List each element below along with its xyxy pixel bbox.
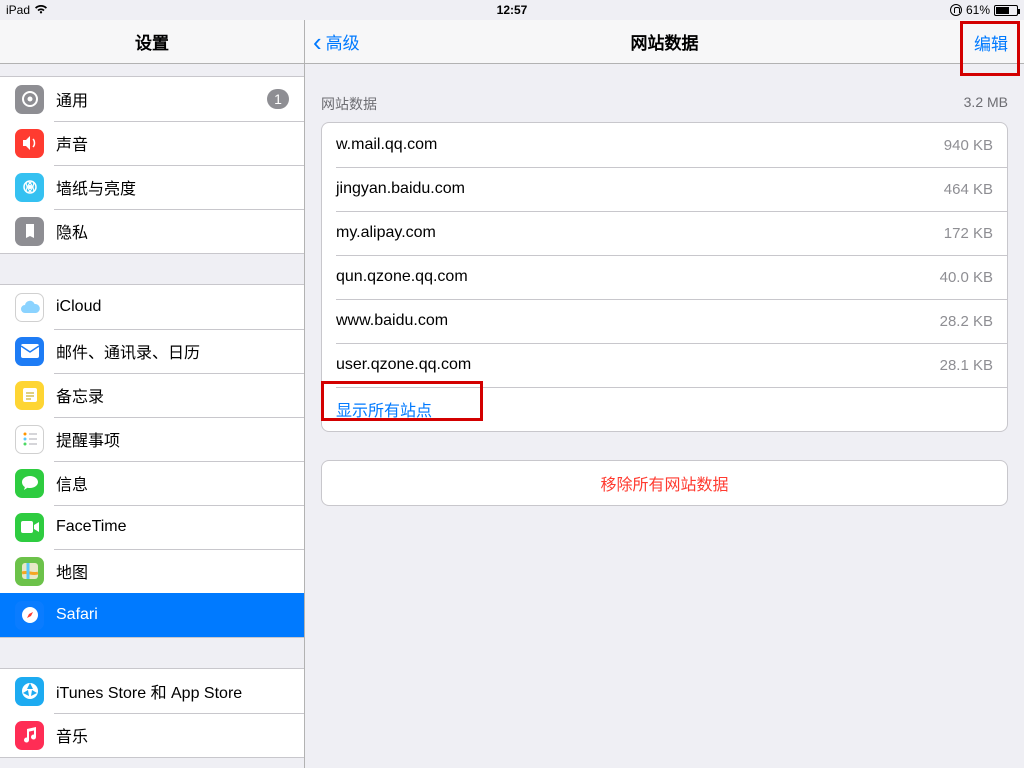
battery-icon [994,5,1018,16]
show-all-sites-button[interactable]: 显示所有站点 [322,387,1007,431]
site-domain: my.alipay.com [336,224,436,242]
messages-icon [15,469,44,498]
sidebar-item-sounds[interactable]: 声音 [0,121,304,165]
site-size: 28.1 KB [940,357,993,374]
sidebar-item-label: 音乐 [56,723,289,747]
status-bar: iPad 12:57 61% [0,0,1024,20]
maps-icon [15,557,44,586]
site-row[interactable]: www.baidu.com 28.2 KB [322,299,1007,343]
site-size: 28.2 KB [940,313,993,330]
sidebar-item-label: iTunes Store 和 App Store [56,679,289,703]
sidebar-item-safari[interactable]: Safari [0,593,304,637]
sidebar-item-label: 墙纸与亮度 [56,175,289,199]
sidebar-item-maps[interactable]: 地图 [0,549,304,593]
sidebar-item-label: 通用 [56,87,267,111]
sidebar-item-mail[interactable]: 邮件、通讯录、日历 [0,329,304,373]
sidebar-item-label: 信息 [56,471,289,495]
sidebar-item-notes[interactable]: 备忘录 [0,373,304,417]
back-button[interactable]: ‹ 高级 [313,20,360,63]
sidebar-item-music[interactable]: 音乐 [0,713,304,757]
sidebar-item-wallpaper[interactable]: 墙纸与亮度 [0,165,304,209]
sidebar-item-label: 提醒事项 [56,427,289,451]
sidebar-item-facetime[interactable]: FaceTime [0,505,304,549]
sidebar-item-messages[interactable]: 信息 [0,461,304,505]
site-row[interactable]: my.alipay.com 172 KB [322,211,1007,255]
safari-icon [15,601,44,630]
sidebar-title: 设置 [0,20,304,64]
privacy-icon [15,217,44,246]
site-domain: jingyan.baidu.com [336,180,465,198]
badge: 1 [267,89,289,109]
site-size: 172 KB [944,225,993,242]
detail-title: 网站数据 [631,29,699,54]
mail-icon [15,337,44,366]
sidebar-item-itunes[interactable]: iTunes Store 和 App Store [0,669,304,713]
site-domain: www.baidu.com [336,312,448,330]
detail-header: ‹ 高级 网站数据 编辑 [305,20,1024,64]
edit-label: 编辑 [974,30,1008,55]
general-icon [15,85,44,114]
section-header: 网站数据 3.2 MB [305,64,1024,122]
rotation-lock-icon [950,4,962,16]
site-size: 464 KB [944,181,993,198]
site-row[interactable]: jingyan.baidu.com 464 KB [322,167,1007,211]
detail-pane: ‹ 高级 网站数据 编辑 网站数据 3.2 MB w.mail.qq.com 94… [305,20,1024,768]
sites-list: w.mail.qq.com 940 KB jingyan.baidu.com 464 … [321,122,1008,432]
site-row[interactable]: w.mail.qq.com 940 KB [322,123,1007,167]
reminders-icon [15,425,44,454]
sidebar-item-label: Safari [56,606,289,624]
itunes-icon [15,677,44,706]
sidebar-item-label: 隐私 [56,219,289,243]
sidebar-item-label: 地图 [56,559,289,583]
remove-all-button[interactable]: 移除所有网站数据 [322,461,1007,505]
sounds-icon [15,129,44,158]
sidebar: 设置 通用1 声音墙纸与亮度隐私 iCloud 邮件、通讯录、日历备忘录提醒事项信息 F… [0,20,305,768]
site-domain: user.qzone.qq.com [336,356,471,374]
site-domain: w.mail.qq.com [336,136,437,154]
chevron-left-icon: ‹ [313,29,322,55]
status-time: 12:57 [0,3,1024,17]
sidebar-item-label: 邮件、通讯录、日历 [56,339,289,363]
site-size: 940 KB [944,137,993,154]
site-row[interactable]: qun.qzone.qq.com 40.0 KB [322,255,1007,299]
sidebar-item-general[interactable]: 通用1 [0,77,304,121]
sidebar-item-icloud[interactable]: iCloud [0,285,304,329]
wallpaper-icon [15,173,44,202]
facetime-icon [15,513,44,542]
sidebar-item-privacy[interactable]: 隐私 [0,209,304,253]
remove-all-label: 移除所有网站数据 [600,471,728,495]
site-domain: qun.qzone.qq.com [336,268,468,286]
notes-icon [15,381,44,410]
section-total-size: 3.2 MB [964,94,1008,114]
sidebar-item-label: FaceTime [56,518,289,536]
remove-all-box: 移除所有网站数据 [321,460,1008,506]
icloud-icon [15,293,44,322]
edit-button[interactable]: 编辑 [966,24,1016,60]
back-label: 高级 [326,29,360,54]
site-size: 40.0 KB [940,269,993,286]
show-all-label: 显示所有站点 [336,397,432,421]
sidebar-item-label: iCloud [56,298,289,316]
section-label: 网站数据 [321,94,377,114]
sidebar-item-label: 备忘录 [56,383,289,407]
sidebar-item-label: 声音 [56,131,289,155]
music-icon [15,721,44,750]
site-row[interactable]: user.qzone.qq.com 28.1 KB [322,343,1007,387]
sidebar-item-reminders[interactable]: 提醒事项 [0,417,304,461]
detail-body: 网站数据 3.2 MB w.mail.qq.com 940 KB jingyan.b… [305,64,1024,768]
